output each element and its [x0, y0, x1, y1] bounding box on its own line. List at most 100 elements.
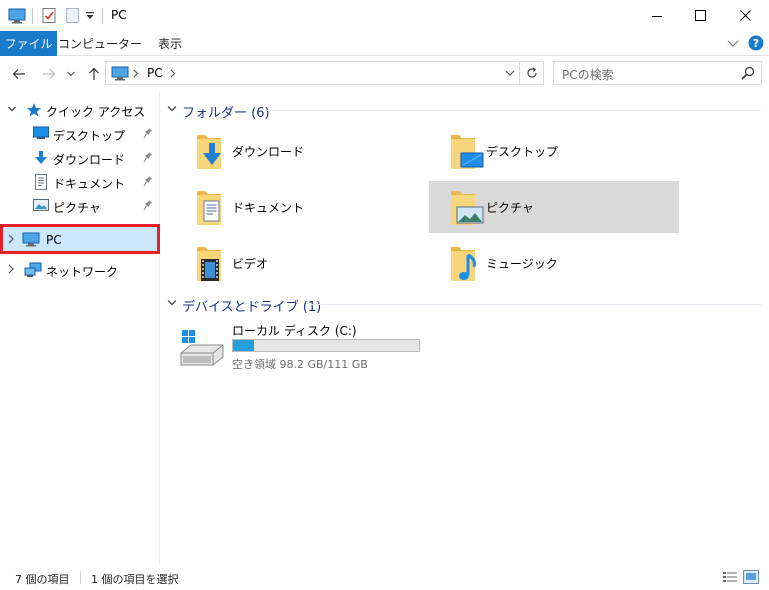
chevron-right-icon[interactable] — [7, 264, 15, 274]
folder-label: ピクチャ — [486, 201, 534, 215]
address-bar[interactable]: PC — [105, 61, 520, 85]
folder-tile-downloads[interactable]: ダウンロード — [175, 125, 425, 177]
arrow-left-icon — [12, 68, 25, 79]
chevron-down-icon[interactable] — [7, 104, 17, 114]
close-icon — [739, 10, 751, 21]
refresh-button[interactable] — [520, 61, 544, 85]
address-history-button[interactable] — [500, 61, 520, 85]
ribbon-tabs: ファイル コンピューター 表示 ? — [0, 31, 769, 56]
navigation-pane: クイック アクセス デスクトップ ダウンロード ドキュメント ピクチャ PC ネ… — [0, 91, 160, 565]
nav-documents[interactable]: ドキュメント — [0, 171, 160, 193]
pin-icon — [143, 128, 152, 139]
nav-desktop-label: デスクトップ — [53, 129, 126, 143]
folder-label: ダウンロード — [232, 145, 305, 159]
status-bar: 7 個の項目 1 個の項目を選択 — [0, 565, 769, 590]
pin-icon — [143, 152, 152, 163]
recent-locations-button[interactable] — [64, 56, 78, 91]
large-icons-view-button[interactable] — [742, 570, 760, 584]
arrow-right-icon — [43, 68, 56, 79]
nav-network[interactable]: ネットワーク — [0, 259, 160, 281]
expand-ribbon-button[interactable] — [727, 37, 739, 51]
nav-pictures-label: ピクチャ — [53, 201, 101, 215]
window-title: PC — [111, 8, 127, 22]
desktop-icon — [33, 126, 49, 139]
nav-pc-label: PC — [46, 233, 62, 247]
properties-icon[interactable] — [38, 0, 60, 31]
content-pane: フォルダー (6) ダウンロード デスクトップ ドキュメント ピクチャ ビデオ … — [161, 91, 769, 565]
picture-icon — [33, 199, 49, 211]
group-divider — [311, 304, 761, 305]
search-input[interactable]: PCの検索 — [553, 61, 762, 85]
details-view-button[interactable] — [721, 570, 739, 584]
folder-label: ドキュメント — [232, 201, 305, 215]
nav-desktop[interactable]: デスクトップ — [0, 123, 160, 145]
new-folder-icon[interactable] — [61, 0, 83, 31]
folders-group-header[interactable]: フォルダー (6) — [161, 99, 761, 121]
folder-tile-documents[interactable]: ドキュメント — [175, 181, 425, 233]
chevron-down-icon[interactable] — [167, 105, 177, 113]
forward-button[interactable] — [38, 56, 60, 91]
tab-view[interactable]: 表示 — [143, 31, 197, 56]
hard-drive-icon — [180, 330, 224, 366]
status-item-count: 7 個の項目 — [15, 573, 70, 586]
document-icon — [35, 174, 47, 190]
chevron-down-icon — [505, 70, 515, 76]
pc-icon[interactable] — [6, 0, 28, 31]
tab-file[interactable]: ファイル — [0, 31, 57, 56]
nav-downloads-label: ダウンロード — [53, 153, 126, 167]
network-icon — [24, 262, 42, 277]
tab-computer[interactable]: コンピューター — [57, 31, 143, 56]
drive-tile-c[interactable]: ローカル ディスク (C:) 空き領域 98.2 GB/111 GB — [177, 319, 437, 375]
folder-tile-music[interactable]: ミュージック — [429, 237, 679, 289]
maximize-button[interactable] — [677, 0, 723, 31]
drive-label: ローカル ディスク (C:) — [232, 324, 357, 338]
folder-label: ミュージック — [486, 257, 558, 271]
help-icon: ? — [748, 35, 764, 51]
back-button[interactable] — [8, 56, 30, 91]
folders-group-label: フォルダー (6) — [182, 106, 270, 121]
minimize-button[interactable] — [634, 0, 680, 31]
details-view-icon — [723, 572, 737, 582]
nav-quick-access-label: クイック アクセス — [46, 105, 146, 119]
folder-tile-pictures[interactable]: ピクチャ — [429, 181, 679, 233]
folder-label: ビデオ — [232, 257, 269, 271]
close-button[interactable] — [722, 0, 768, 31]
music-folder-icon — [451, 247, 476, 281]
customize-toolbar-icon[interactable] — [84, 0, 96, 31]
drives-group-label: デバイスとドライブ (1) — [182, 300, 322, 315]
svg-text:?: ? — [753, 37, 759, 50]
breadcrumb-pc[interactable]: PC — [147, 66, 163, 80]
nav-downloads[interactable]: ダウンロード — [0, 147, 160, 169]
chevron-down-icon — [67, 71, 75, 76]
drives-group-header[interactable]: デバイスとドライブ (1) — [161, 293, 761, 315]
title-bar: PC — [0, 0, 769, 31]
picture-folder-icon — [451, 191, 484, 225]
drive-free-space: 空き領域 98.2 GB/111 GB — [232, 358, 368, 371]
video-folder-icon — [197, 247, 221, 281]
group-divider — [267, 110, 761, 111]
nav-pictures[interactable]: ピクチャ — [0, 195, 160, 217]
desktop-folder-icon — [451, 135, 484, 169]
chevron-down-icon — [727, 40, 739, 47]
folder-tile-videos[interactable]: ビデオ — [175, 237, 425, 289]
chevron-right-icon — [133, 69, 139, 78]
chevron-right-icon[interactable] — [7, 234, 15, 244]
nav-network-label: ネットワーク — [46, 265, 119, 279]
up-button[interactable] — [84, 56, 104, 91]
nav-pc[interactable]: PC — [0, 224, 160, 254]
nav-documents-label: ドキュメント — [53, 177, 126, 191]
pin-icon — [143, 176, 152, 187]
search-placeholder: PCの検索 — [562, 68, 614, 82]
refresh-icon — [526, 67, 537, 78]
pin-icon — [143, 200, 152, 211]
pc-icon — [22, 232, 40, 247]
search-icon[interactable] — [741, 66, 755, 80]
folder-tile-desktop[interactable]: デスクトップ — [429, 125, 679, 177]
large-icons-view-icon — [743, 570, 759, 584]
chevron-right-icon[interactable] — [170, 69, 176, 78]
help-button[interactable]: ? — [748, 35, 764, 54]
chevron-down-icon[interactable] — [167, 299, 177, 307]
drive-usage-fill — [233, 340, 254, 351]
nav-quick-access[interactable]: クイック アクセス — [0, 99, 160, 121]
status-selected: 1 個の項目を選択 — [91, 573, 179, 586]
